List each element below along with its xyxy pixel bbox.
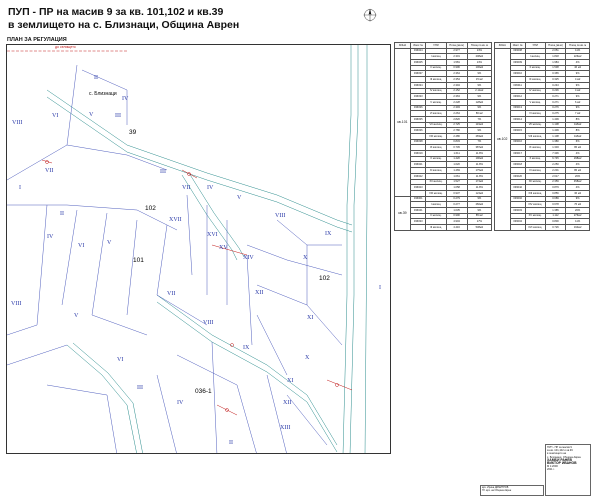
parcel-label[interactable]: III [115, 113, 121, 119]
parcel-label[interactable]: VIII [11, 301, 21, 307]
zone-cell: кв.39 [394, 195, 411, 231]
parcel-label[interactable]: XVII [169, 217, 182, 223]
quarter-label: 101 [133, 257, 144, 264]
road-southwest [66, 342, 143, 453]
table-cell: III жилищ. [425, 224, 447, 231]
parcel-label[interactable]: VII [182, 185, 190, 191]
parcel-label[interactable]: I [19, 185, 21, 191]
parcel-label[interactable]: V [237, 195, 241, 201]
plan-title-line1: ПУП - ПР на масив 9 за кв. 101,102 и кв.… [8, 6, 224, 18]
area-table-left: ЗОНА Имот № УПИ Площ (кв.м) Площ по кв. … [394, 42, 493, 231]
table-cell: 0.726 [544, 224, 567, 231]
parcel-label[interactable]: VI [117, 357, 123, 363]
table-cell: 4.416 [445, 224, 468, 231]
area-table-right: ЗОНА Имот № УПИ Площ (кв.м) Площ по кв. … [494, 42, 590, 231]
regulation-lines [41, 159, 353, 416]
zone-cell: кв.101 [394, 47, 411, 197]
regulation-map[interactable]: до селището с. Близнаци 39 102 101 102 0… [6, 44, 391, 454]
road-east [342, 45, 368, 453]
north-arrow-icon [363, 8, 377, 22]
plan-title-line2: в землището на с. Близнаци, Община Аврен [8, 19, 240, 31]
parcel-label[interactable]: VIII [203, 320, 213, 326]
parcel-label[interactable]: III [160, 169, 166, 175]
parcel-label[interactable]: XII [255, 290, 263, 296]
parcel-label[interactable]: IX [325, 231, 331, 237]
parcel-label[interactable]: V [107, 240, 111, 246]
parcel-label[interactable]: VIII [275, 213, 285, 219]
parcel-label[interactable]: XVI [207, 232, 218, 238]
parcel-label[interactable]: IX [243, 345, 249, 351]
parcel-boundaries [7, 64, 343, 453]
parcel-label[interactable]: XV [219, 245, 228, 251]
parcel-label[interactable]: VII [167, 291, 175, 297]
parcel-label[interactable]: I [379, 285, 381, 291]
parcel-label[interactable]: VI [52, 113, 58, 119]
parcel-label[interactable]: X [305, 355, 309, 361]
parcel-label[interactable]: XIII [280, 425, 290, 431]
parcel-label[interactable]: II [60, 211, 64, 217]
parcel-label[interactable]: VIII [12, 120, 22, 126]
parcel-label[interactable]: IV [207, 185, 213, 191]
table-cell [509, 224, 526, 231]
zone-cell: кв.102 [494, 47, 511, 231]
parcel-label[interactable]: II [94, 75, 98, 81]
parcel-label[interactable]: IV [122, 96, 128, 102]
plan-label: ПЛАН ЗА РЕГУЛАЦИЯ [7, 37, 67, 43]
date-label: 2011 г. [547, 468, 555, 472]
parcel-label[interactable]: VII [45, 168, 53, 174]
stamp-line: ГЛ. арх. на Община Аврен [482, 488, 512, 492]
quarter-label: 036-1 [195, 388, 212, 395]
parcel-label[interactable]: V [74, 313, 78, 319]
quarter-label: 102 [319, 275, 330, 282]
quarter-label: 102 [145, 205, 156, 212]
parcel-label[interactable]: VI [78, 243, 84, 249]
village-label: с. Близнаци [89, 91, 117, 97]
parcel-label[interactable]: XI [287, 378, 293, 384]
stamp-block: арх. Ирина ДИМИТРОВ ГЛ. арх. на Община А… [480, 485, 544, 496]
quarter-label: 39 [129, 129, 137, 136]
top-red-label: до селището [55, 45, 76, 49]
table-cell: 538м2 [466, 224, 493, 231]
parcel-label[interactable]: II [229, 440, 233, 446]
parcel-label[interactable]: IV [177, 400, 183, 406]
parcel-label[interactable]: IV [47, 234, 53, 240]
table-cell: 194м2 [565, 224, 590, 231]
parcel-label[interactable]: V [89, 112, 93, 118]
table-cell [409, 224, 427, 231]
parcel-label[interactable]: X [303, 255, 307, 261]
parcel-label[interactable]: III [137, 385, 143, 391]
table-cell: XVI жилищ. [524, 224, 546, 231]
parcel-label[interactable]: XI [307, 315, 313, 321]
parcel-label[interactable]: XIV [243, 255, 254, 261]
parcel-label[interactable]: XII [283, 400, 291, 406]
title-block: ПУП - ПР за масив 9 за кв. 101,102 и кв.… [545, 444, 591, 496]
